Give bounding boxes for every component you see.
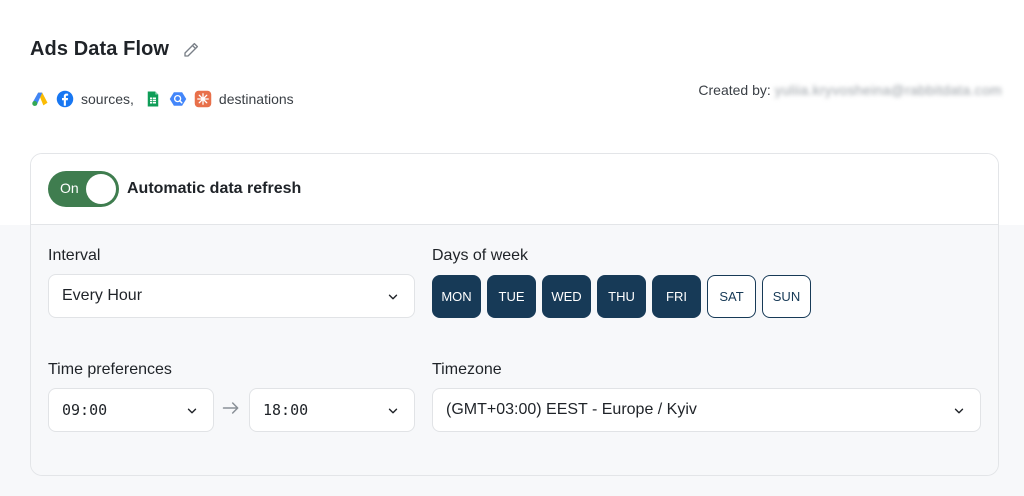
- page-title: Ads Data Flow: [30, 38, 170, 60]
- refresh-settings-card: On Automatic data refresh Interval Every…: [30, 153, 999, 476]
- title-row: Ads Data Flow: [30, 38, 201, 61]
- facebook-icon: [56, 90, 74, 108]
- looker-studio-icon: [194, 90, 212, 108]
- time-preferences-label: Time preferences: [48, 361, 172, 378]
- google-sheets-icon: [144, 90, 162, 108]
- edit-title-button[interactable]: [181, 40, 201, 60]
- chevron-down-icon: [388, 408, 398, 414]
- toggle-knob: [86, 174, 116, 204]
- time-from-value: 09:00: [62, 401, 108, 419]
- chevron-down-icon: [954, 408, 964, 414]
- day-wed-button[interactable]: WED: [542, 275, 591, 318]
- timezone-select-value: (GMT+03:00) EEST - Europe / Kyiv: [446, 401, 697, 418]
- bigquery-icon: [169, 90, 187, 108]
- interval-label: Interval: [48, 247, 101, 264]
- days-of-week-label: Days of week: [432, 247, 529, 264]
- day-sat-button[interactable]: SAT: [707, 275, 756, 318]
- chevron-down-icon: [187, 408, 197, 414]
- chevron-down-icon: [388, 294, 398, 300]
- pencil-icon: [184, 42, 199, 57]
- google-ads-icon: [31, 90, 49, 108]
- day-thu-button[interactable]: THU: [597, 275, 646, 318]
- sources-label: sources,: [81, 91, 134, 107]
- created-by-label: Created by:: [698, 82, 771, 98]
- created-by-email: yuliia.kryvosheina@rabbitdata.com: [774, 82, 1002, 98]
- timezone-label: Timezone: [432, 361, 502, 378]
- interval-select-value: Every Hour: [62, 287, 143, 304]
- refresh-card-header: On Automatic data refresh: [31, 154, 998, 225]
- toggle-state-label: On: [60, 180, 79, 196]
- time-from-select[interactable]: 09:00: [48, 388, 214, 432]
- time-to-value: 18:00: [263, 401, 309, 419]
- auto-refresh-title: Automatic data refresh: [127, 180, 302, 197]
- day-fri-button[interactable]: FRI: [652, 275, 701, 318]
- day-sun-button[interactable]: SUN: [762, 275, 811, 318]
- page: Ads Data Flow sources, destinations Crea…: [0, 0, 1024, 496]
- sources-destinations-row: sources, destinations: [31, 88, 304, 110]
- time-to-select[interactable]: 18:00: [249, 388, 415, 432]
- day-tue-button[interactable]: TUE: [487, 275, 536, 318]
- destinations-label: destinations: [218, 91, 294, 107]
- created-by: Created by: yuliia.kryvosheina@rabbitdat…: [698, 82, 1002, 98]
- auto-refresh-toggle[interactable]: On: [48, 171, 119, 207]
- days-of-week-picker: MON TUE WED THU FRI SAT SUN: [432, 275, 817, 318]
- interval-select[interactable]: Every Hour: [48, 274, 415, 318]
- arrow-right-icon: [222, 402, 239, 414]
- timezone-select[interactable]: (GMT+03:00) EEST - Europe / Kyiv: [432, 388, 981, 432]
- day-mon-button[interactable]: MON: [432, 275, 481, 318]
